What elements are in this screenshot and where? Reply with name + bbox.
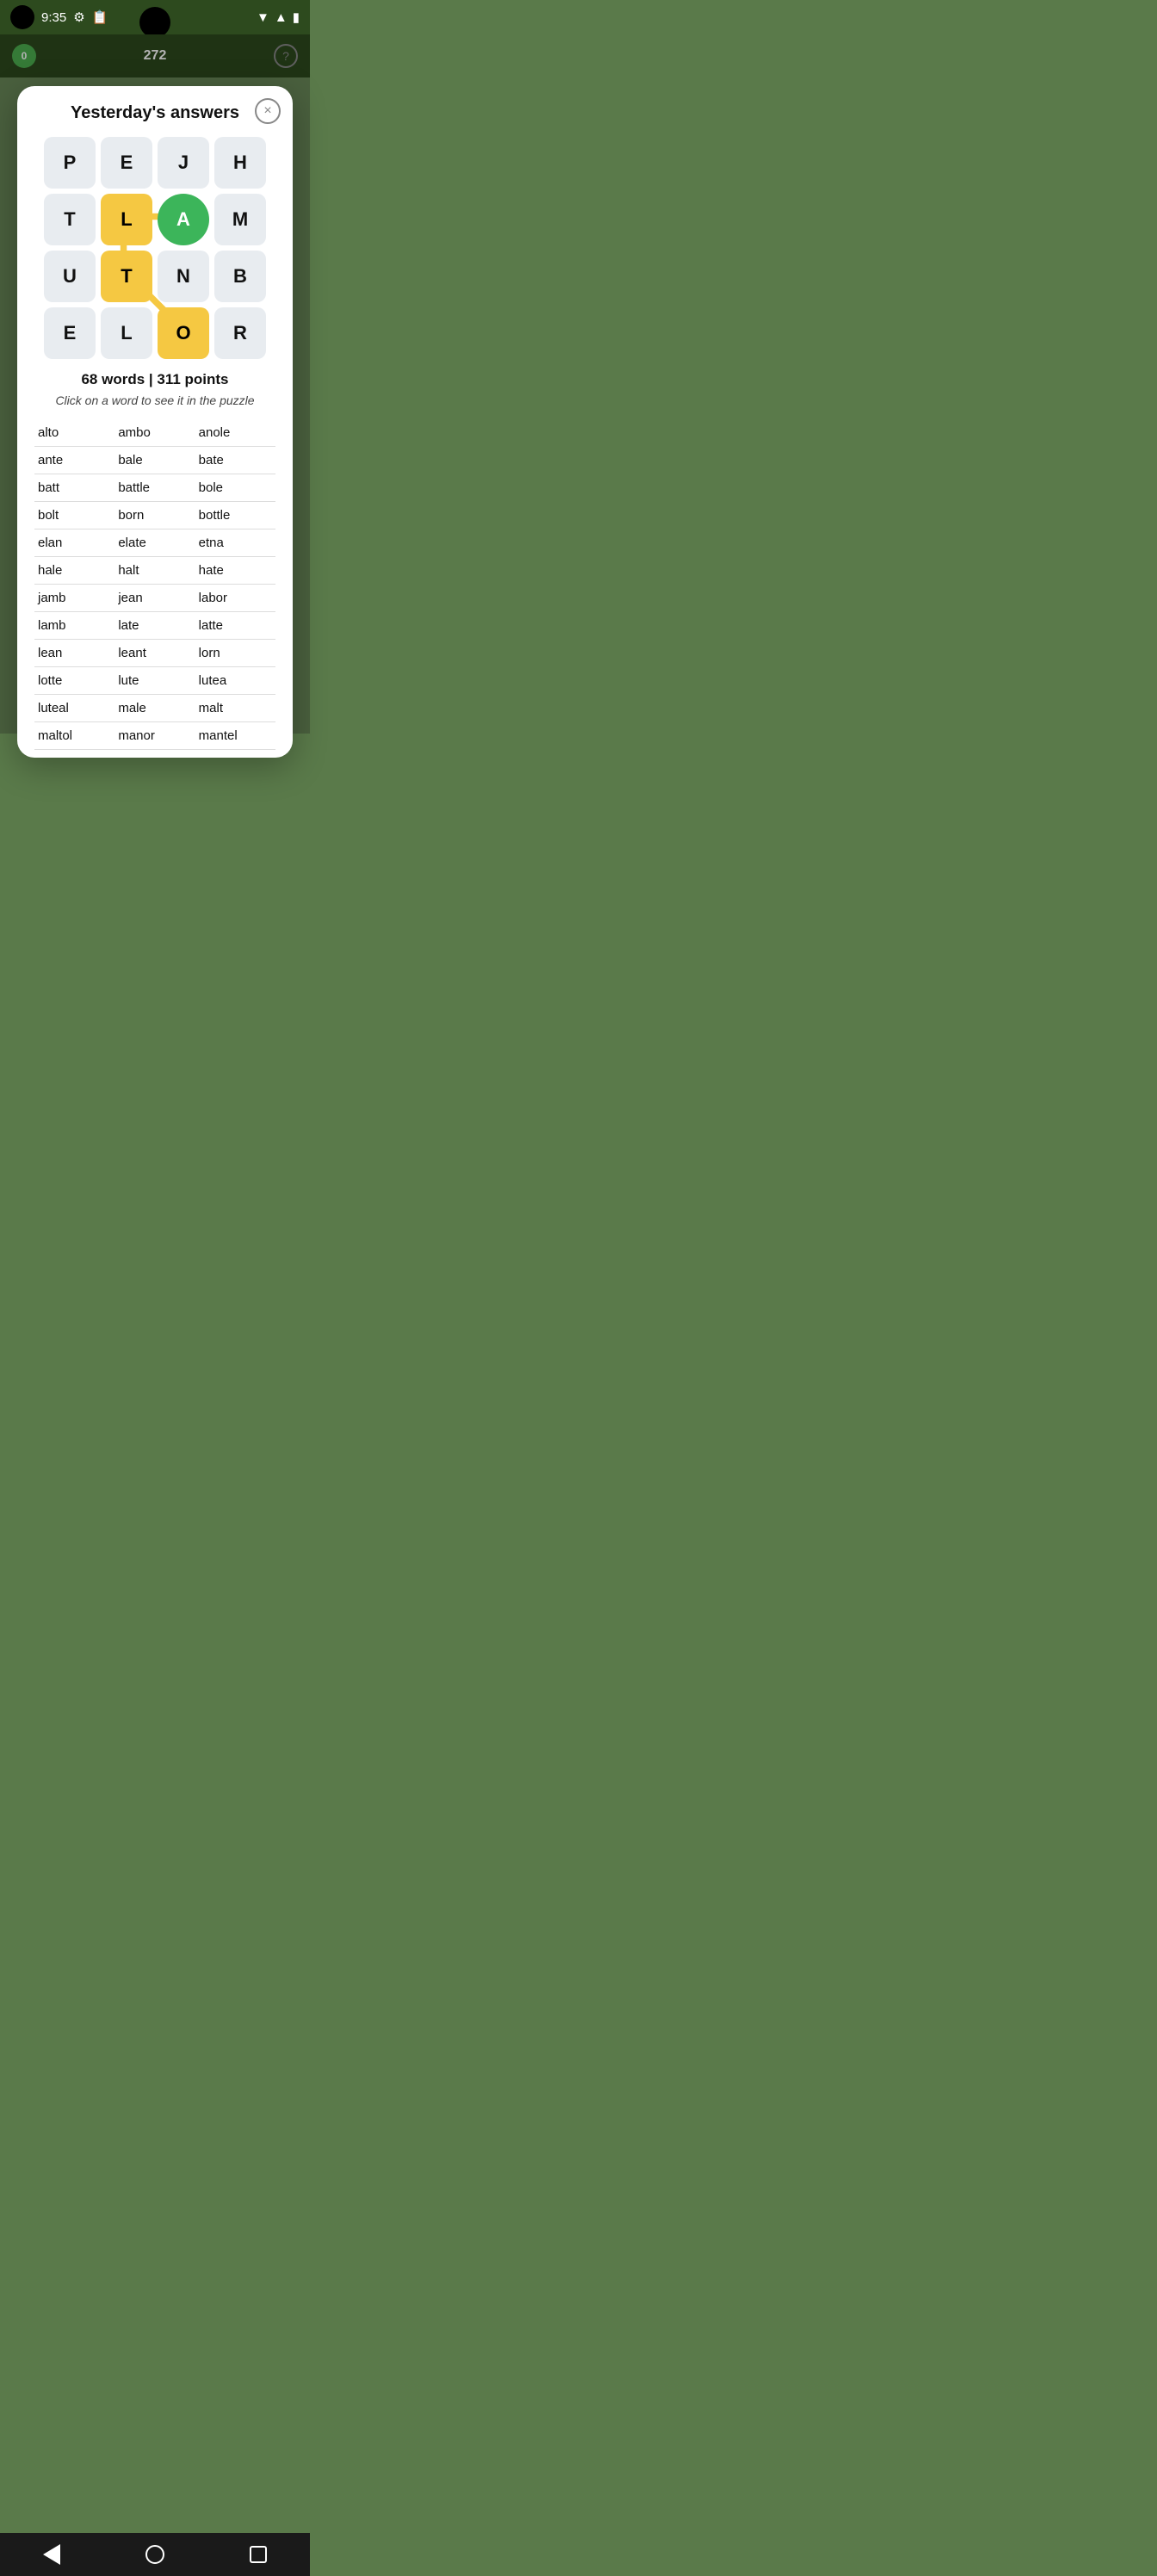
stats-display: 68 words | 311 points	[34, 371, 275, 388]
word-item[interactable]: hale	[34, 557, 114, 585]
notch	[139, 7, 170, 38]
word-item[interactable]: bole	[195, 474, 275, 502]
word-item[interactable]: lamb	[34, 612, 114, 640]
word-item[interactable]: jean	[114, 585, 195, 612]
close-button[interactable]: ×	[255, 98, 281, 124]
word-item[interactable]: mantel	[195, 722, 275, 750]
word-item[interactable]: battle	[114, 474, 195, 502]
signal-icon: ▲	[275, 10, 288, 25]
back-icon	[43, 2544, 60, 2565]
camera-cutout	[10, 5, 34, 29]
hint-text: Click on a word to see it in the puzzle	[34, 393, 275, 407]
cell-r3-c3[interactable]: R	[214, 307, 266, 359]
word-item[interactable]: elan	[34, 529, 114, 557]
word-item[interactable]: mate	[195, 750, 275, 758]
home-button[interactable]	[138, 2537, 172, 2572]
word-item[interactable]: jamb	[34, 585, 114, 612]
cell-r3-c2[interactable]: O	[158, 307, 209, 359]
time-display: 9:35	[41, 10, 66, 25]
cell-r0-c1[interactable]: E	[101, 137, 152, 189]
cell-r0-c0[interactable]: P	[44, 137, 96, 189]
word-item[interactable]: mantlet	[114, 750, 195, 758]
cell-r2-c3[interactable]: B	[214, 251, 266, 302]
word-item[interactable]: alto	[34, 419, 114, 447]
word-item[interactable]: elate	[114, 529, 195, 557]
answers-modal: × Yesterday's answers	[17, 86, 293, 758]
word-item[interactable]: bolt	[34, 502, 114, 529]
cell-r3-c1[interactable]: L	[101, 307, 152, 359]
battery-icon: ▮	[293, 9, 300, 25]
word-item[interactable]: born	[114, 502, 195, 529]
modal-title: Yesterday's answers	[34, 103, 275, 123]
word-item[interactable]: bale	[114, 447, 195, 474]
word-item[interactable]: lutea	[195, 667, 275, 695]
cell-r0-c3[interactable]: H	[214, 137, 266, 189]
word-item[interactable]: latte	[195, 612, 275, 640]
word-item[interactable]: labor	[195, 585, 275, 612]
letter-grid-container: PEJHTLAMUTNBELOR	[36, 137, 274, 359]
word-item[interactable]: hate	[195, 557, 275, 585]
cell-r2-c0[interactable]: U	[44, 251, 96, 302]
cell-r2-c2[interactable]: N	[158, 251, 209, 302]
word-item[interactable]: bottle	[195, 502, 275, 529]
word-item[interactable]: manor	[114, 722, 195, 750]
status-bar: 9:35 ⚙ 📋 ▼ ▲ ▮	[0, 0, 310, 34]
cell-r1-c1[interactable]: L	[101, 194, 152, 245]
word-item[interactable]: lorn	[195, 640, 275, 667]
cell-r1-c2[interactable]: A	[158, 194, 209, 245]
word-item[interactable]: lean	[34, 640, 114, 667]
modal-overlay: × Yesterday's answers	[0, 34, 310, 734]
word-item[interactable]: male	[114, 695, 195, 722]
settings-icon: ⚙	[73, 9, 84, 25]
word-item[interactable]: etna	[195, 529, 275, 557]
cell-r1-c0[interactable]: T	[44, 194, 96, 245]
word-item[interactable]: halt	[114, 557, 195, 585]
home-icon	[145, 2545, 164, 2564]
words-list: altoamboanoleantebalebatebattbattleboleb…	[34, 419, 275, 758]
wifi-icon: ▼	[257, 10, 269, 25]
cell-r3-c0[interactable]: E	[44, 307, 96, 359]
recent-icon	[250, 2546, 267, 2563]
word-item[interactable]: bate	[195, 447, 275, 474]
word-item[interactable]: mantle	[34, 750, 114, 758]
word-item[interactable]: anole	[195, 419, 275, 447]
word-item[interactable]: lotte	[34, 667, 114, 695]
letter-grid: PEJHTLAMUTNBELOR	[36, 137, 274, 359]
word-item[interactable]: batt	[34, 474, 114, 502]
navigation-bar	[0, 2533, 310, 2576]
word-item[interactable]: late	[114, 612, 195, 640]
clipboard-icon: 📋	[92, 9, 108, 25]
cell-r1-c3[interactable]: M	[214, 194, 266, 245]
background-app: 0 272 ? × Yesterday's answers	[0, 34, 310, 734]
recent-apps-button[interactable]	[241, 2537, 275, 2572]
word-item[interactable]: leant	[114, 640, 195, 667]
cell-r2-c1[interactable]: T	[101, 251, 152, 302]
word-item[interactable]: ante	[34, 447, 114, 474]
word-item[interactable]: lute	[114, 667, 195, 695]
word-item[interactable]: maltol	[34, 722, 114, 750]
cell-r0-c2[interactable]: J	[158, 137, 209, 189]
word-item[interactable]: malt	[195, 695, 275, 722]
back-button[interactable]	[34, 2537, 69, 2572]
word-item[interactable]: luteal	[34, 695, 114, 722]
word-item[interactable]: ambo	[114, 419, 195, 447]
